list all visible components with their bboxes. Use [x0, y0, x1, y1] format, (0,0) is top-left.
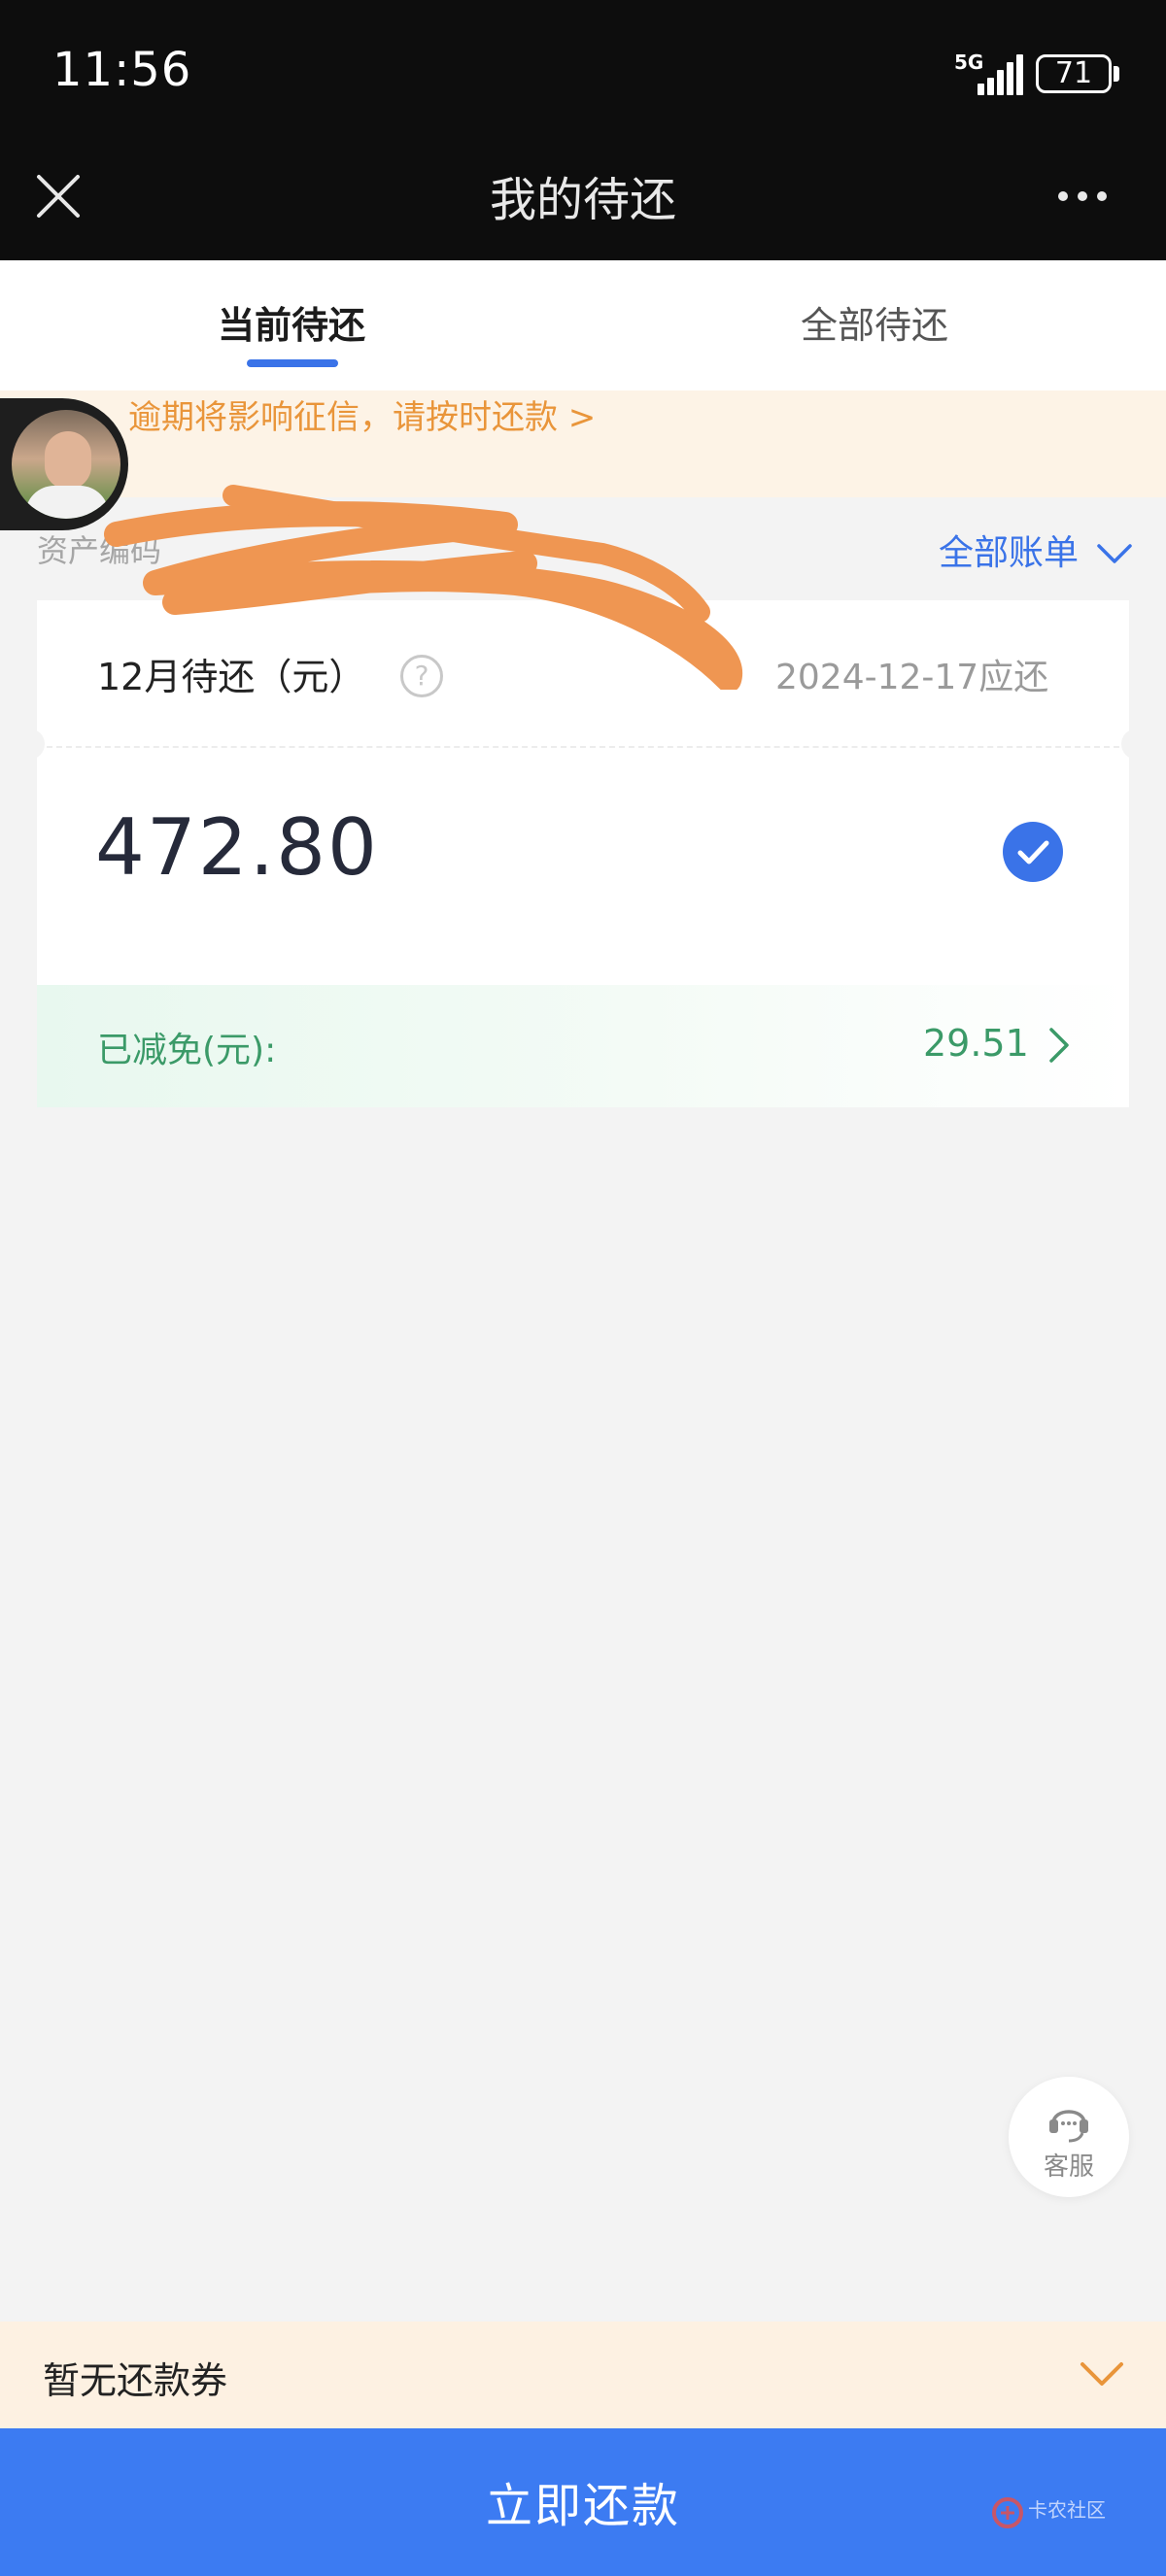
nav-bar: 我的待还 [0, 148, 1166, 260]
coupon-bar[interactable]: 暂无还款券 [0, 2322, 1166, 2428]
tab-indicator [247, 359, 338, 367]
signal-icon: 5G [952, 51, 1023, 95]
reduction-row[interactable]: 已减免(元): 29.51 [37, 985, 1129, 1107]
select-checkbox[interactable] [1003, 822, 1063, 882]
chevron-down-icon [1080, 2362, 1123, 2386]
avatar-image [12, 410, 120, 519]
status-bar: 11:56 5G 71 [0, 0, 1166, 148]
chevron-right-icon [1049, 1028, 1069, 1063]
page-title: 我的待还 [489, 173, 676, 227]
reduction-value: 29.51 [923, 1022, 1029, 1065]
battery-icon: 71 [1036, 54, 1112, 93]
repay-now-button[interactable]: 立即还款 卡农社区 [0, 2428, 1166, 2576]
all-bills-link[interactable]: 全部账单 [939, 525, 1134, 575]
check-icon [1017, 840, 1049, 864]
customer-service-button[interactable]: 客服 [1009, 2077, 1129, 2197]
headset-icon [1049, 2110, 1088, 2143]
kanong-logo-icon [992, 2497, 1023, 2528]
watermark-text: 卡农社区 [1028, 2498, 1106, 2522]
all-bills-label: 全部账单 [939, 533, 1080, 573]
battery-level: 71 [1054, 56, 1093, 90]
more-button[interactable] [1049, 167, 1119, 225]
more-icon [1058, 191, 1107, 201]
battery-tip [1114, 66, 1119, 82]
due-amount: 472.80 [95, 802, 379, 893]
reduction-label: 已减免(元): [97, 1031, 277, 1070]
chevron-down-icon [1097, 544, 1133, 563]
redaction-scribble [104, 485, 742, 690]
tab-current-due[interactable]: 当前待还 [126, 295, 457, 349]
floating-avatar[interactable] [0, 398, 128, 530]
tab-all-due[interactable]: 全部待还 [709, 295, 1040, 349]
coupon-text: 暂无还款券 [43, 2359, 228, 2402]
card-divider [37, 746, 1129, 748]
status-time: 11:56 [52, 43, 192, 97]
due-date: 2024-12-17应还 [775, 658, 1049, 697]
service-label: 客服 [1043, 2152, 1094, 2182]
tab-bar: 当前待还 全部待还 [0, 260, 1166, 390]
network-label: 5G [954, 51, 984, 74]
notice-text: 逾期将影响征信，请按时还款 > [128, 398, 597, 437]
watermark-logo: 卡农社区 [991, 2494, 1108, 2533]
